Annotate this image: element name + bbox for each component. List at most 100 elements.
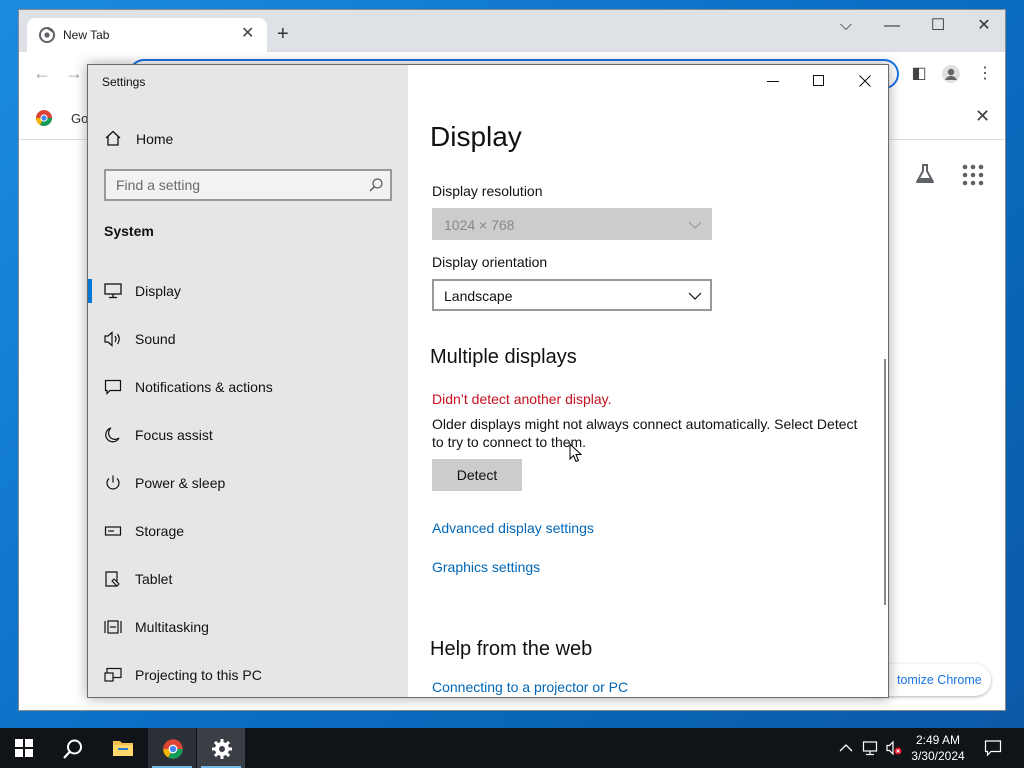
- close-icon: [859, 75, 871, 87]
- sidebar-item-power-sleep[interactable]: Power & sleep: [88, 463, 408, 503]
- orientation-label: Display orientation: [432, 254, 548, 270]
- sidebar-item-tablet[interactable]: Tablet: [88, 559, 408, 599]
- chevron-down-icon: [688, 292, 702, 300]
- close-button[interactable]: [842, 65, 888, 97]
- apps-grid-icon[interactable]: [961, 163, 985, 187]
- scrollbar[interactable]: [884, 359, 886, 605]
- settings-taskbar-button[interactable]: [197, 728, 245, 768]
- settings-sidebar: Settings Home System Display: [88, 65, 408, 697]
- chevron-up-icon[interactable]: [838, 740, 854, 756]
- tablet-icon: [105, 571, 120, 587]
- advanced-display-settings-link[interactable]: Advanced display settings: [432, 520, 594, 536]
- moon-icon: [105, 427, 120, 443]
- multiple-displays-heading: Multiple displays: [430, 346, 577, 368]
- tab-search-chevron-icon[interactable]: ⌵: [823, 16, 869, 36]
- bookmarks-close-icon[interactable]: ✕: [975, 107, 990, 125]
- folder-icon: [113, 741, 133, 756]
- chrome-favicon-icon: [39, 27, 55, 43]
- sidebar-item-focus-assist[interactable]: Focus assist: [88, 415, 408, 455]
- taskbar: 2:49 AM 3/30/2024: [0, 728, 1024, 768]
- detect-description: Older displays might not always connect …: [432, 416, 858, 450]
- bookmark-label[interactable]: Go: [71, 111, 88, 126]
- windows-logo-icon: [15, 739, 33, 757]
- sidebar-item-label: Power & sleep: [135, 475, 226, 491]
- sidebar-item-label: Projecting to this PC: [135, 667, 262, 683]
- app-title: Settings: [102, 75, 146, 89]
- taskbar-clock[interactable]: 2:49 AM 3/30/2024: [904, 732, 972, 764]
- back-arrow-icon[interactable]: ←: [33, 64, 51, 82]
- chrome-titlebar: New Tab ✕ + ⌵ — ☐ ✕: [19, 10, 1005, 52]
- page-title: Display: [430, 121, 522, 152]
- sidebar-item-label: Tablet: [135, 571, 173, 587]
- chrome-minimize-button[interactable]: —: [869, 16, 915, 36]
- maximize-icon: [813, 75, 824, 86]
- search-icon: [63, 739, 82, 759]
- customize-chrome-label: tomize Chrome: [897, 673, 982, 687]
- search-icon[interactable]: [368, 177, 384, 193]
- chrome-close-button[interactable]: ✕: [961, 16, 1007, 36]
- sidebar-item-label: Storage: [135, 523, 185, 539]
- projecting-icon: [104, 667, 122, 682]
- search-input[interactable]: [106, 171, 356, 199]
- tab-close-icon[interactable]: ✕: [241, 26, 254, 42]
- sidebar-item-label: Display: [135, 283, 181, 299]
- sidebar-item-label: Multitasking: [135, 619, 209, 635]
- clock-date: 3/30/2024: [911, 749, 965, 763]
- search-button[interactable]: [48, 728, 96, 768]
- sidebar-item-label: Sound: [135, 331, 176, 347]
- minimize-icon: [767, 81, 779, 82]
- settings-window: Settings Home System Display: [87, 64, 889, 698]
- resolution-label: Display resolution: [432, 183, 543, 199]
- home-label: Home: [136, 131, 174, 147]
- detect-error-text: Didn’t detect another display.: [432, 391, 612, 407]
- sidebar-item-home[interactable]: Home: [88, 121, 408, 157]
- action-center-icon[interactable]: [984, 739, 1002, 757]
- maximize-button[interactable]: [796, 65, 842, 97]
- tab-title: New Tab: [63, 28, 110, 42]
- chrome-icon: [163, 739, 183, 759]
- home-icon: [105, 130, 121, 146]
- sidebar-item-display[interactable]: Display: [88, 271, 408, 311]
- gear-icon: [212, 739, 232, 759]
- chevron-down-icon: [688, 221, 702, 229]
- help-heading: Help from the web: [430, 638, 593, 660]
- sidebar-item-notifications[interactable]: Notifications & actions: [88, 367, 408, 407]
- monitor-icon: [104, 283, 122, 299]
- sidebar-item-label: Focus assist: [135, 427, 213, 443]
- volume-muted-icon[interactable]: [886, 740, 902, 756]
- forward-arrow-icon[interactable]: →: [65, 64, 83, 82]
- sidebar-item-storage[interactable]: Storage: [88, 511, 408, 551]
- settings-content: Display Display resolution 1024 × 768 Di…: [408, 65, 888, 697]
- storage-icon: [104, 526, 122, 536]
- side-panel-icon[interactable]: ◧: [909, 64, 929, 84]
- tab-new-tab[interactable]: New Tab ✕: [27, 18, 267, 52]
- profile-avatar-icon[interactable]: [941, 64, 961, 84]
- clock-time: 2:49 AM: [915, 733, 961, 747]
- sidebar-item-projecting[interactable]: Projecting to this PC: [88, 655, 408, 695]
- new-tab-button[interactable]: +: [277, 24, 289, 44]
- sidebar-item-sound[interactable]: Sound: [88, 319, 408, 359]
- orientation-dropdown[interactable]: Landscape: [432, 279, 712, 311]
- labs-flask-icon[interactable]: [913, 162, 937, 186]
- speaker-icon: [104, 331, 120, 347]
- power-icon: [106, 475, 120, 490]
- minimize-button[interactable]: [750, 65, 796, 97]
- notification-icon: [104, 379, 122, 395]
- network-icon[interactable]: [862, 740, 878, 756]
- mouse-cursor-icon: [569, 443, 583, 463]
- graphics-settings-link[interactable]: Graphics settings: [432, 559, 540, 575]
- section-label-system: System: [104, 223, 154, 239]
- sidebar-item-label: Notifications & actions: [135, 379, 273, 395]
- chrome-taskbar-button[interactable]: [148, 728, 196, 768]
- chrome-maximize-button[interactable]: ☐: [915, 16, 961, 36]
- start-button[interactable]: [0, 728, 48, 768]
- sidebar-item-multitasking[interactable]: Multitasking: [88, 607, 408, 647]
- multitasking-icon: [104, 620, 122, 634]
- google-chrome-icon: [36, 110, 52, 126]
- menu-dots-icon[interactable]: ⋮: [975, 64, 995, 84]
- resolution-dropdown: 1024 × 768: [432, 208, 712, 240]
- connecting-projector-link[interactable]: Connecting to a projector or PC: [432, 679, 628, 695]
- orientation-value: Landscape: [444, 288, 513, 304]
- file-explorer-button[interactable]: [98, 728, 146, 768]
- detect-button[interactable]: Detect: [432, 459, 522, 491]
